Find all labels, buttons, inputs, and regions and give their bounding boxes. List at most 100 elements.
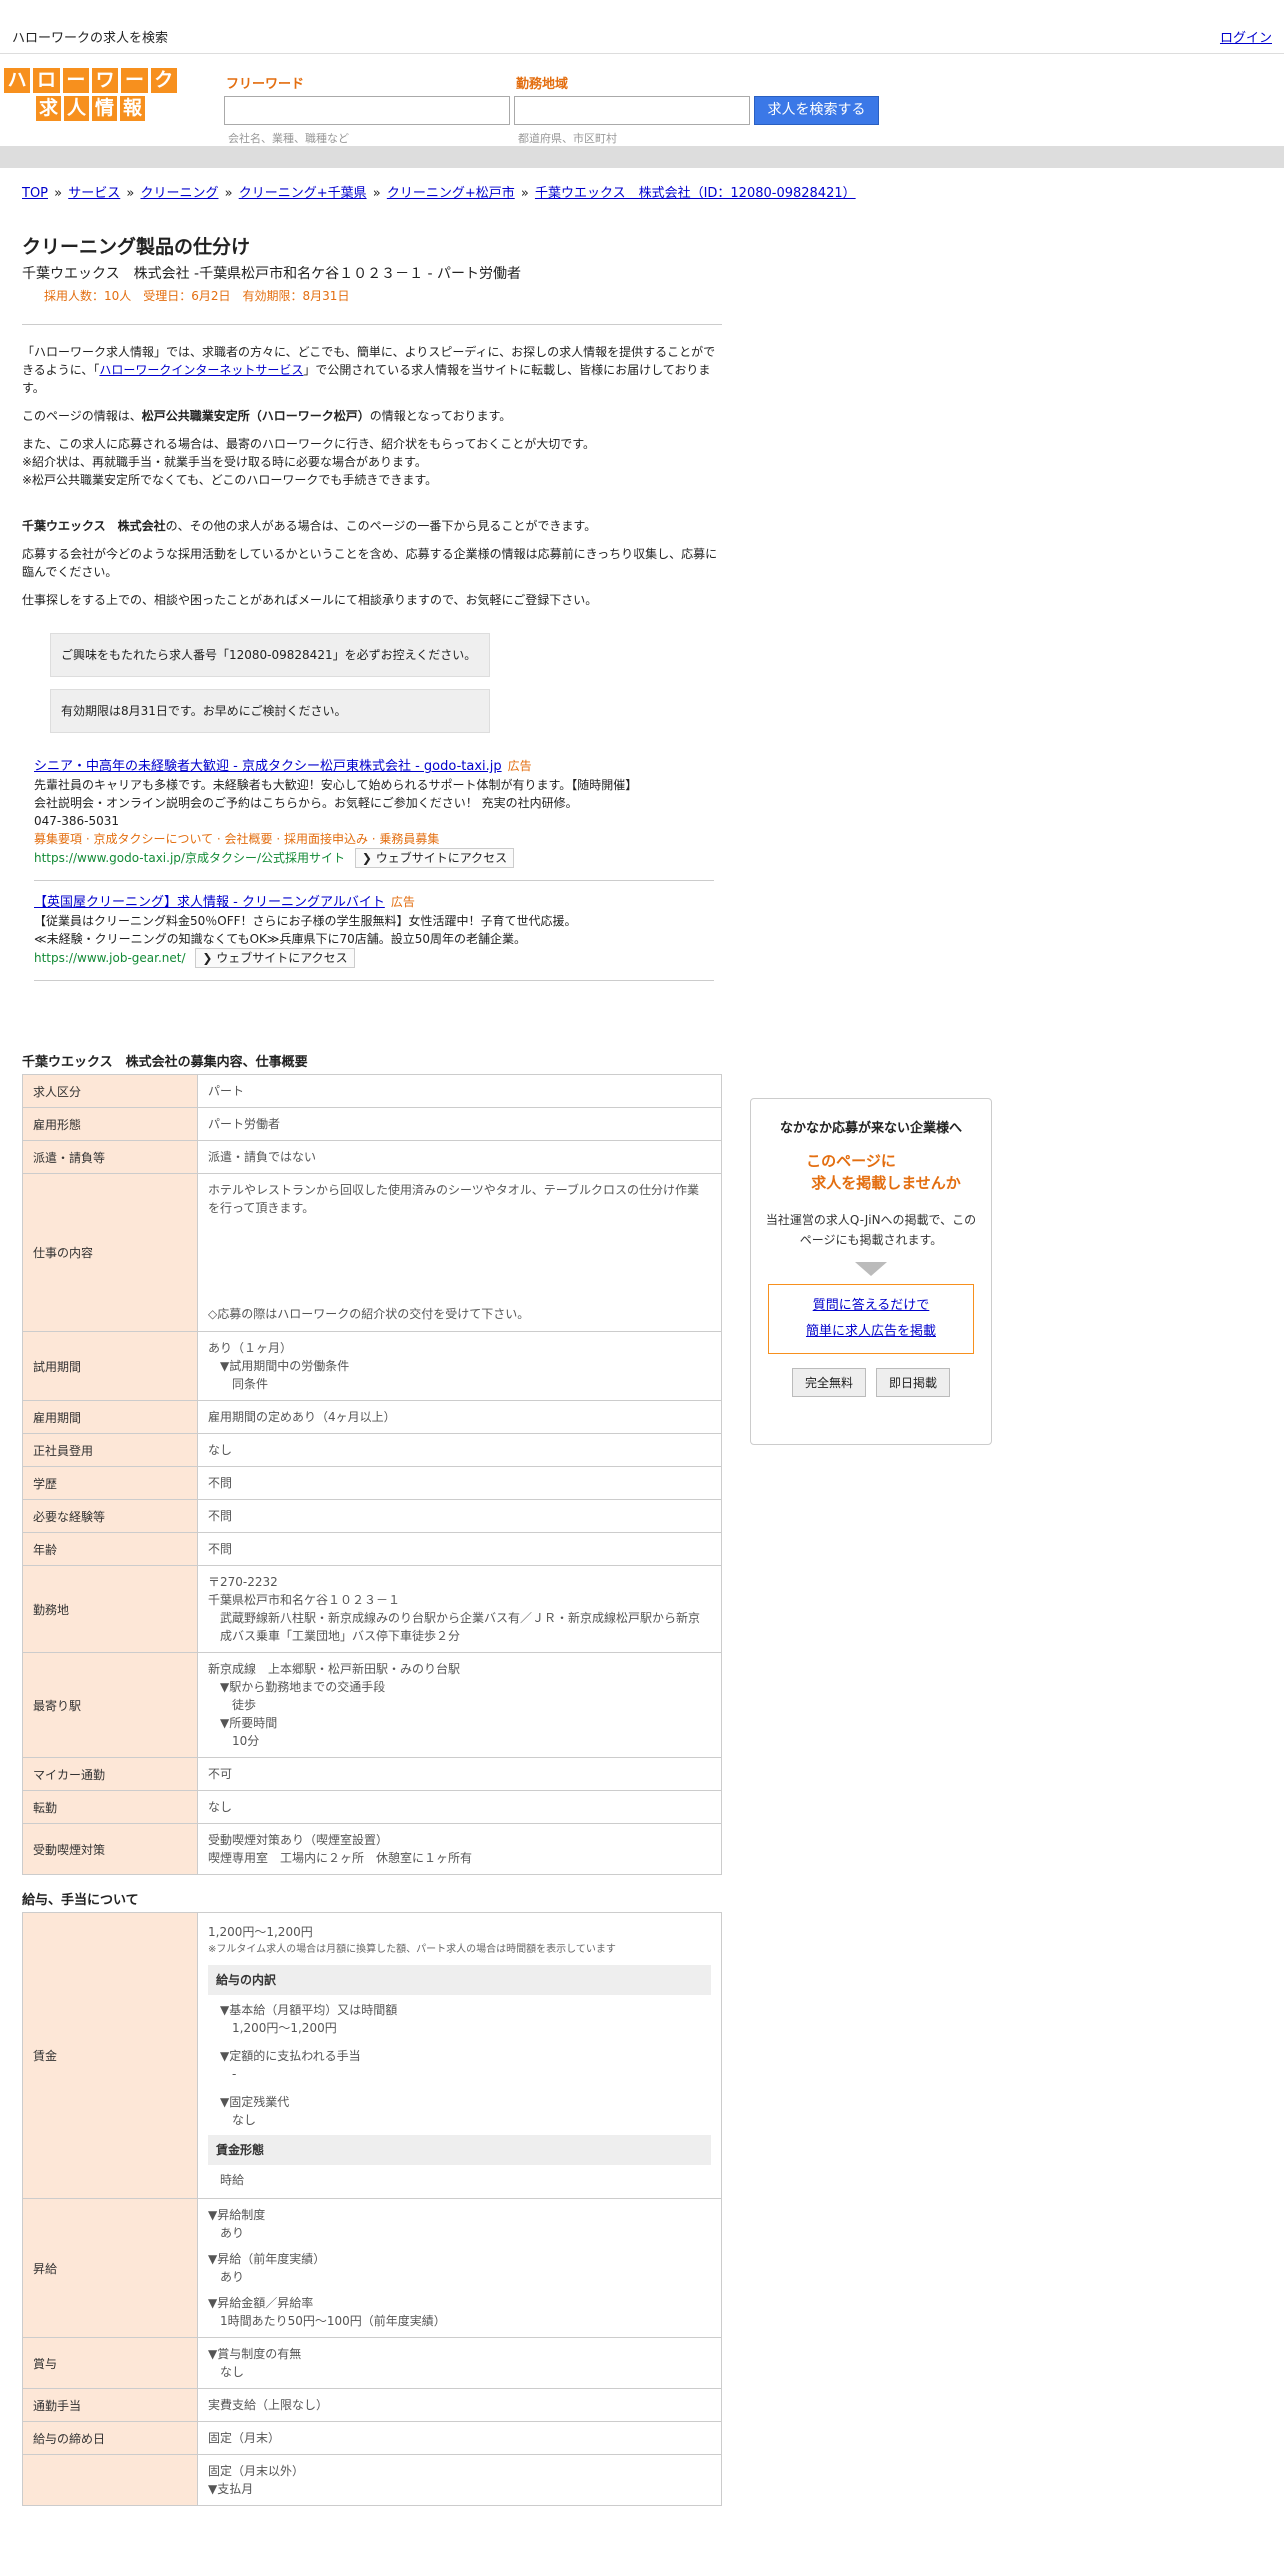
breadcrumb-top[interactable]: TOP xyxy=(22,186,48,201)
payday-key xyxy=(22,2454,198,2506)
breadcrumb-service[interactable]: サービス xyxy=(68,186,120,201)
job-meta: 採用人数：10人 受理日：6月2日 有効期限：8月31日 xyxy=(44,289,350,303)
visit-website-button[interactable]: ❯ ウェブサイトにアクセス xyxy=(354,848,515,868)
fixed-allowance-value: - xyxy=(232,2066,237,2081)
row-value: 不問 xyxy=(197,1499,722,1533)
ad-url[interactable]: https://www.godo-taxi.jp/京成タクシー/公式採用サイト xyxy=(34,851,345,865)
overtime-value: なし xyxy=(232,2112,257,2127)
freeword-label: フリーワード xyxy=(226,77,305,92)
row-value: 雇用期間の定めあり（4ヶ月以上） xyxy=(197,1400,722,1434)
table-row: 勤務地 〒270-2232 千葉県松戸市和名ケ谷１０２３－１ 武蔵野線新八柱駅・新京成… xyxy=(22,1565,722,1653)
table-row: 雇用期間 雇用期間の定めあり（4ヶ月以上） xyxy=(22,1400,722,1434)
commute-value: 実費支給（上限なし） xyxy=(197,2388,722,2422)
row-key: 学歴 xyxy=(22,1466,198,1500)
table-row: 受動喫煙対策 受動喫煙対策あり（喫煙室設置） 喫煙専用室 工場内に２ヶ所 休憩室に１… xyxy=(22,1823,722,1875)
divider xyxy=(22,324,722,325)
row-key: 雇用期間 xyxy=(22,1400,198,1434)
value-line: 不可 xyxy=(208,1767,233,1781)
logo-char: ロ xyxy=(33,68,60,93)
row-value: パート xyxy=(197,1074,722,1108)
row-key: 仕事の内容 xyxy=(22,1173,198,1332)
value-subline: ▼所要時間 xyxy=(220,1716,278,1730)
table-row: 学歴 不問 xyxy=(22,1466,722,1500)
table-row: 仕事の内容 ホテルやレストランから回収した使用済みのシーツやタオル、テーブルクロス… xyxy=(22,1173,722,1332)
table-row: 求人区分 パート xyxy=(22,1074,722,1108)
search-button[interactable]: 求人を検索する xyxy=(754,96,879,125)
value-line: パート労働者 xyxy=(208,1117,281,1131)
post-ad-link[interactable]: 簡単に求人広告を掲載 xyxy=(806,1324,936,1339)
ad-sitelinks[interactable]: 募集要項 · 京成タクシーについて · 会社概要 · 採用面接申込み · 乗務員… xyxy=(34,830,714,848)
area-input[interactable] xyxy=(514,96,750,125)
table-row: 必要な経験等 不問 xyxy=(22,1499,722,1533)
source-office: 松戸公共職業安定所（ハローワーク松戸） xyxy=(141,409,370,423)
research-paragraph: 応募する会社が今どのような採用活動をしているかということを含め、応募する企業様の… xyxy=(22,547,718,579)
table-row: 雇用形態 パート労働者 xyxy=(22,1107,722,1141)
row-value: 不可 xyxy=(197,1757,722,1791)
raise-label: ▼昇給金額／昇給率 xyxy=(208,2296,314,2310)
table-row: 賞与 ▼賞与制度の有無 なし xyxy=(22,2337,722,2389)
wage-range: 1,200円〜1,200円 xyxy=(208,1924,313,1939)
answer-questions-link[interactable]: 質問に答えるだけで xyxy=(813,1298,930,1313)
ad-title-link[interactable]: 【英国屋クリーニング】求人情報 - クリーニングアルバイト xyxy=(34,895,385,910)
value-line: 雇用期間の定めあり（4ヶ月以上） xyxy=(208,1410,396,1424)
breadcrumb-company[interactable]: 千葉ウエックス 株式会社（ID：12080-09828421） xyxy=(535,186,856,201)
ad-url[interactable]: https://www.job-gear.net/ xyxy=(34,951,186,965)
ad-body: ≪未経験・クリーニングの知識なくてもOK≫兵庫県下に70店舗。設立50周年の老舗… xyxy=(34,932,527,946)
login-link[interactable]: ログイン xyxy=(1220,27,1272,46)
raise-value: ▼昇給制度 あり ▼昇給（前年度実績） あり ▼昇給金額／昇給率 1時間あたり5… xyxy=(197,2198,722,2338)
breadcrumb-cleaning-matsudo[interactable]: クリーニング+松戸市 xyxy=(387,186,515,201)
breadcrumb-cleaning[interactable]: クリーニング xyxy=(140,186,218,201)
table-row: 派遣・請負等 派遣・請負ではない xyxy=(22,1140,722,1174)
table-row: 転勤 なし xyxy=(22,1790,722,1824)
value-line: 不問 xyxy=(208,1509,233,1523)
hellowork-internet-link[interactable]: ハローワークインターネットサービス xyxy=(99,363,303,377)
table-row: 試用期間 あり（１ヶ月） ▼試用期間中の労働条件 同条件 xyxy=(22,1331,722,1401)
raise-label: ▼昇給（前年度実績） xyxy=(208,2252,326,2266)
row-value: あり（１ヶ月） ▼試用期間中の労働条件 同条件 xyxy=(197,1331,722,1401)
freeword-input[interactable] xyxy=(224,96,510,125)
base-label: ▼基本給（月額平均）又は時間額 xyxy=(220,2002,398,2017)
value-line: 受動喫煙対策あり（喫煙室設置） xyxy=(208,1833,389,1847)
logo-row-2: 求 人 情 報 xyxy=(4,96,180,121)
same-day-button[interactable]: 即日掲載 xyxy=(876,1368,951,1397)
payday-value: 固定（月末以外） ▼支払月 xyxy=(197,2454,722,2506)
bonus-key: 賞与 xyxy=(22,2337,198,2389)
value-line: あり（１ヶ月） xyxy=(208,1341,293,1355)
ad-tag: 広告 xyxy=(390,895,415,909)
payday-month-label: ▼支払月 xyxy=(208,2482,254,2496)
row-value: 派遣・請負ではない xyxy=(197,1140,722,1174)
value-line: パート xyxy=(208,1084,245,1098)
logo-char: ハ xyxy=(4,68,31,93)
ad-block: シニア・中高年の未経験者大歓迎 - 京成タクシー松戸東株式会社 - godo-t… xyxy=(34,745,714,881)
site-logo[interactable]: ハ ロ ー ワ ー ク 求 人 情 報 xyxy=(4,68,180,124)
ad-phone: 047-386-5031 xyxy=(34,814,120,828)
value-line: 〒270-2232 xyxy=(208,1575,278,1589)
breadcrumb-cleaning-chiba[interactable]: クリーニング+千葉県 xyxy=(239,186,367,201)
raise-val: あり xyxy=(220,2270,245,2284)
logo-char: 報 xyxy=(120,96,145,121)
source-paragraph: このページの情報は、松戸公共職業安定所（ハローワーク松戸）の情報となっております… xyxy=(22,407,722,425)
ad-title-link[interactable]: シニア・中高年の未経験者大歓迎 - 京成タクシー松戸東株式会社 - godo-t… xyxy=(34,759,502,774)
logo-char: ワ xyxy=(91,68,119,93)
bonus-val: なし xyxy=(220,2365,245,2379)
free-button[interactable]: 完全無料 xyxy=(791,1368,866,1397)
row-key: マイカー通勤 xyxy=(22,1757,198,1791)
table-row: 固定（月末以外） ▼支払月 xyxy=(22,2454,722,2506)
closing-value: 固定（月末） xyxy=(197,2421,722,2455)
raise-key: 昇給 xyxy=(22,2198,198,2338)
table-row: 最寄り駅 新京成線 上本郷駅・松戸新田駅・みのり台駅 ▼駅から勤務地までの交通手段 … xyxy=(22,1652,722,1758)
table-row: 通勤手当 実費支給（上限なし） xyxy=(22,2388,722,2422)
value-line: 新京成線 上本郷駅・松戸新田駅・みのり台駅 xyxy=(208,1662,461,1676)
value-line: 不問 xyxy=(208,1542,233,1556)
breadcrumb: TOP » サービス » クリーニング » クリーニング+千葉県 » クリーニン… xyxy=(22,186,856,201)
visit-website-button[interactable]: ❯ ウェブサイトにアクセス xyxy=(195,948,355,968)
detail-section-title: 千葉ウエックス 株式会社の募集内容、仕事概要 xyxy=(22,1055,308,1070)
row-key: 年齢 xyxy=(22,1532,198,1566)
site-title: ハローワークの求人を検索 xyxy=(12,31,169,46)
ad-block: 【英国屋クリーニング】求人情報 - クリーニングアルバイト 広告 【従業員はクリー… xyxy=(34,881,714,981)
value-subline: 10分 xyxy=(220,1734,260,1748)
fixed-allowance-label: ▼定額的に支払われる手当 xyxy=(220,2048,361,2063)
value-line: 不問 xyxy=(208,1476,233,1490)
value-line: 派遣・請負ではない xyxy=(208,1150,317,1164)
